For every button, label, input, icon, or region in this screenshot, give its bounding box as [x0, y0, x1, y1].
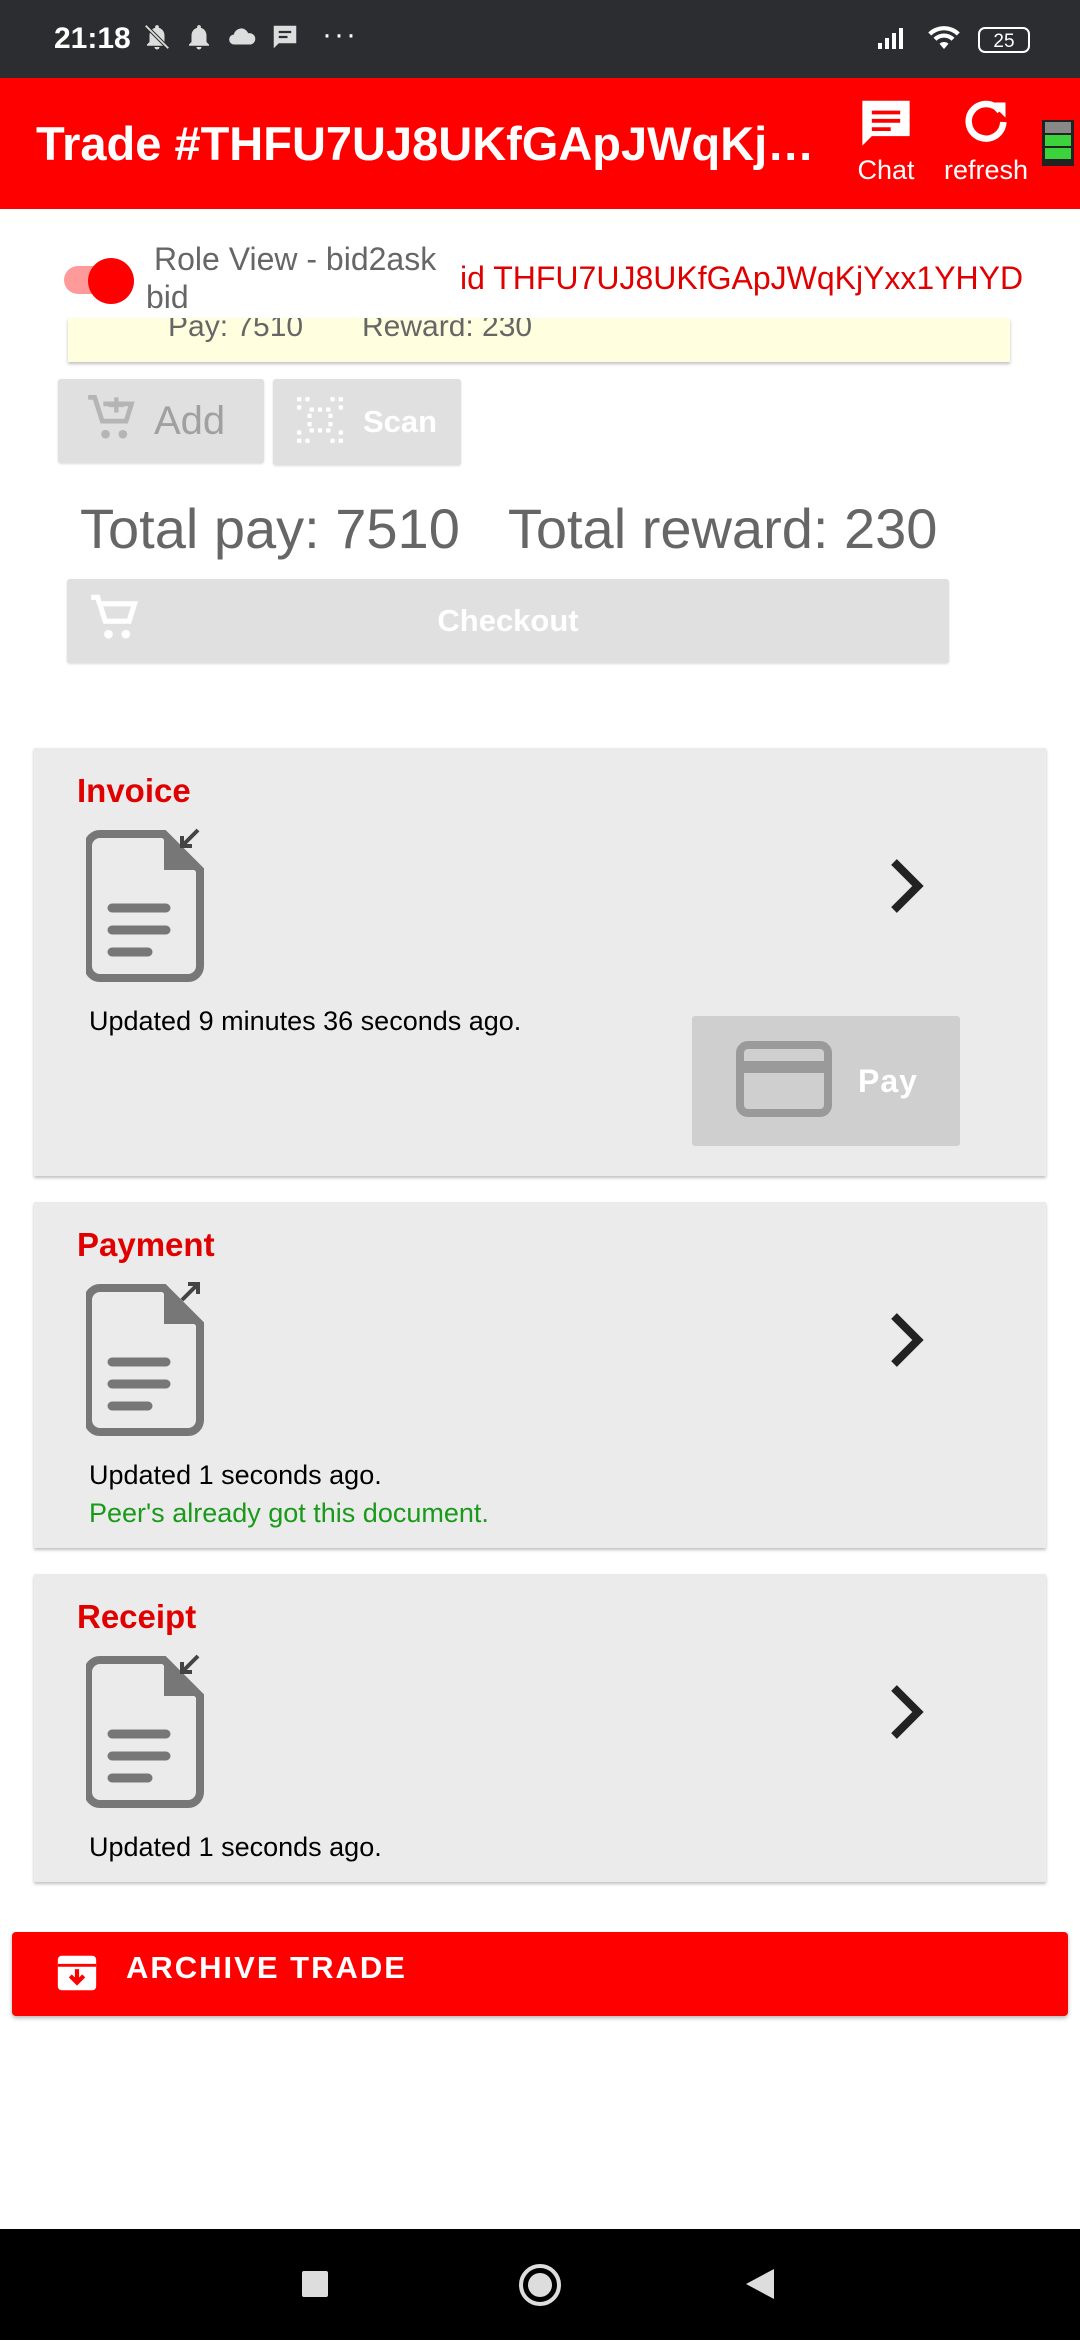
payment-title: Payment: [77, 1226, 215, 1263]
scan-button[interactable]: Scan: [273, 379, 461, 465]
cart-icon: [89, 593, 141, 650]
total-reward: Total reward: 230: [507, 497, 938, 560]
alarm-off-icon: [142, 22, 172, 59]
checkout-label: Checkout: [437, 603, 579, 638]
battery-icon: 25: [978, 26, 1030, 53]
app-bar: Trade #THFU7UJ8UKfGApJWqKjYxx1YHYD Chat …: [0, 78, 1080, 209]
chat-label: Chat: [857, 155, 915, 185]
alarm-icon: [184, 22, 214, 59]
pay-button[interactable]: Pay: [692, 1016, 960, 1146]
invoice-card[interactable]: Invoice Updated 9 minutes 36 seconds ago…: [34, 748, 1046, 1176]
cloud-icon: [226, 22, 258, 59]
chevron-right-icon[interactable]: [888, 856, 924, 921]
trade-id: id THFU7UJ8UKfGApJWqKjYxx1YHYD: [460, 260, 1024, 296]
refresh-button[interactable]: refresh: [940, 96, 1032, 186]
role-view-title: Role View - bid2ask: [154, 241, 437, 277]
item-pay: Pay: 7510: [168, 318, 304, 343]
role-view-toggle[interactable]: [60, 258, 136, 304]
credit-card-icon: [736, 1040, 832, 1122]
network-status-indicator: [1042, 120, 1074, 166]
incoming-document-icon: [84, 828, 212, 989]
peer-status: Peer's already got this document.: [89, 1498, 489, 1528]
add-label: Add: [154, 398, 226, 443]
role-view-label: Role View - bid2ask bid: [146, 240, 437, 316]
add-button[interactable]: Add: [58, 379, 264, 463]
scan-label: Scan: [363, 404, 438, 439]
outgoing-document-icon: [84, 1282, 212, 1443]
chevron-right-icon[interactable]: [888, 1682, 924, 1747]
chat-icon: [856, 100, 916, 152]
status-time: 21:18: [54, 22, 131, 55]
message-icon: [270, 22, 300, 59]
archive-trade-button[interactable]: ARCHIVE TRADE: [12, 1932, 1068, 2016]
total-pay: Total pay: 7510: [80, 497, 460, 560]
cart-item-card[interactable]: Pay: 7510 Reward: 230: [68, 318, 1010, 362]
scan-icon: [295, 395, 345, 450]
status-bar: 21:18 ··· 25: [0, 0, 1080, 78]
refresh-icon: [958, 100, 1014, 152]
payment-updated: Updated 1 seconds ago.: [89, 1460, 382, 1490]
role-view-role: bid: [146, 279, 189, 315]
receipt-card[interactable]: Receipt Updated 1 seconds ago.: [34, 1574, 1046, 1882]
invoice-updated: Updated 9 minutes 36 seconds ago.: [89, 1006, 522, 1036]
chat-button[interactable]: Chat: [852, 96, 920, 186]
payment-card[interactable]: Payment Updated 1 seconds ago. Peer's al…: [34, 1202, 1046, 1548]
incoming-document-icon: [84, 1654, 212, 1815]
totals: Total pay: 7510 Total reward: 230: [80, 496, 937, 561]
recents-icon[interactable]: [300, 2269, 330, 2304]
back-icon[interactable]: [744, 2267, 776, 2306]
system-nav-bar: [0, 2229, 1080, 2340]
checkout-button[interactable]: Checkout: [67, 579, 949, 663]
pay-label: Pay: [858, 1062, 918, 1099]
item-reward: Reward: 230: [362, 318, 533, 343]
add-to-cart-icon: [86, 393, 138, 450]
page-title: Trade #THFU7UJ8UKfGApJWqKjYxx1YHYD: [36, 117, 826, 170]
receipt-title: Receipt: [77, 1598, 197, 1635]
archive-icon: [54, 1950, 100, 2001]
wifi-icon: [926, 22, 962, 57]
receipt-updated: Updated 1 seconds ago.: [89, 1832, 382, 1862]
chevron-right-icon[interactable]: [888, 1310, 924, 1375]
role-view-row: Role View - bid2ask bid id THFU7UJ8UKfGA…: [60, 238, 1060, 318]
home-icon[interactable]: [518, 2263, 562, 2312]
archive-trade-label: ARCHIVE TRADE: [126, 1950, 407, 1985]
signal-icon: [876, 23, 910, 56]
refresh-label: refresh: [943, 155, 1029, 185]
invoice-title: Invoice: [77, 772, 191, 809]
more-notifications-icon: ···: [322, 18, 358, 51]
